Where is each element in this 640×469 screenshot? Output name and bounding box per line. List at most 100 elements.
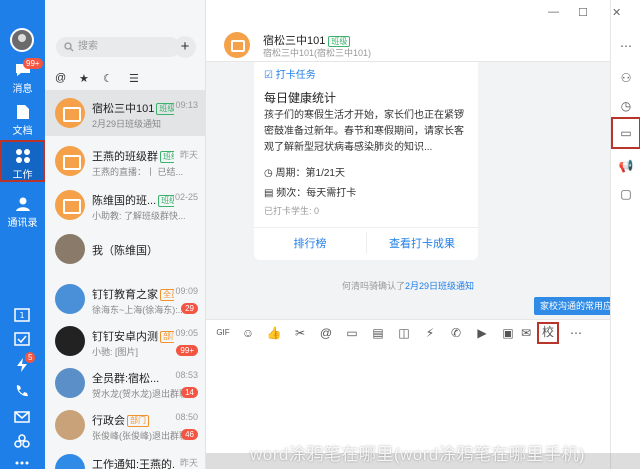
card-body: 孩子们的寒假生活才开始，家长们也正在紧锣密鼓准备过新年。春节和寒假期间，请家长客… bbox=[264, 110, 464, 153]
apps-icon[interactable] bbox=[14, 434, 30, 448]
star-filter-icon[interactable]: ★ bbox=[79, 72, 89, 85]
rail-item-messages[interactable]: 消息 99+ bbox=[0, 58, 45, 95]
chat-item[interactable]: 全员群:宿松... 08:53 贺水龙(贺水龙)退出群聊 14 bbox=[45, 360, 206, 406]
ding-icon[interactable]: 1 bbox=[14, 308, 30, 322]
chat-item[interactable]: 钉钉安卓内测部门 09:05 小驰: [图片] 99+ bbox=[45, 318, 206, 364]
school-icon[interactable]: 校 bbox=[537, 322, 559, 344]
unread-count: 29 bbox=[181, 303, 198, 314]
chat-item[interactable]: 钉钉教育之家全员 09:09 徐海东~上海(徐海东):... 29 bbox=[45, 276, 206, 322]
close-button[interactable]: ✕ bbox=[612, 6, 621, 19]
at-icon[interactable]: @ bbox=[318, 325, 334, 341]
chat-item[interactable]: 陈维国的班... 班级 02-25 小助教: 了解班级群快... bbox=[45, 182, 206, 228]
chat-item[interactable]: 我（陈维国） bbox=[45, 226, 206, 272]
rail-item-docs[interactable]: 文档 bbox=[0, 104, 45, 137]
group-avatar bbox=[55, 284, 85, 314]
rail-item-label: 消息 bbox=[12, 84, 33, 95]
chat-name-text: 钉钉教育之家 bbox=[92, 289, 158, 301]
more-icon[interactable] bbox=[14, 456, 30, 469]
maximize-button[interactable]: ☐ bbox=[578, 6, 588, 19]
chat-name: 王燕的班级群班级 bbox=[92, 148, 174, 164]
flash-icon[interactable]: ⚡ bbox=[422, 325, 438, 341]
search-placeholder: 搜索 bbox=[78, 41, 98, 52]
todo-icon[interactable] bbox=[14, 332, 30, 346]
chat-item[interactable]: 宿松三中101 班级 09:13 2月29日班级通知 bbox=[45, 90, 206, 136]
history-icon[interactable]: ◷ bbox=[618, 98, 634, 114]
rail-item-label: 通讯录 bbox=[7, 218, 38, 229]
checkin-card: ☑ 打卡任务 每日健康统计 孩子们的寒假生活才开始，家长们也正在紧锣密鼓准备过新… bbox=[254, 62, 478, 260]
chat-name: 宿松三中101 班级 bbox=[92, 100, 174, 116]
leaderboard-button[interactable]: 排行榜 bbox=[254, 235, 366, 251]
box-icon[interactable]: ◫ bbox=[396, 325, 412, 341]
scissors-icon[interactable]: ✂ bbox=[292, 325, 308, 341]
add-member-icon[interactable]: ⚇ bbox=[618, 70, 634, 86]
add-button[interactable]: + bbox=[174, 36, 196, 58]
chat-tag: 班级 bbox=[160, 151, 174, 163]
chat-main: 宿松三中101 班级 宿松三中101(宿松三中101) ☑ 打卡任务 每日健康统… bbox=[206, 0, 610, 469]
filter-bar: @ ★ ☾ ☰ bbox=[45, 72, 206, 88]
chat-time: 08:53 bbox=[175, 370, 198, 380]
card-count: 已打卡学生: 0 bbox=[264, 206, 320, 216]
work-notice-avatar bbox=[55, 454, 85, 469]
avatar[interactable] bbox=[10, 28, 34, 52]
folder-icon[interactable]: ▭ bbox=[344, 325, 360, 341]
unread-count: 99+ bbox=[176, 345, 198, 356]
notice-icon[interactable]: 📢 bbox=[618, 158, 634, 174]
group-avatar bbox=[55, 146, 85, 176]
rail-item-work[interactable]: 工作 bbox=[0, 140, 45, 182]
rail-item-contacts[interactable]: 通讯录 bbox=[0, 196, 45, 229]
chat-time: 09:09 bbox=[175, 286, 198, 296]
chat-name-text: 陈维国的班... bbox=[92, 195, 157, 207]
confirm-prefix: 何清吗骑确认了 bbox=[341, 281, 405, 291]
view-results-button[interactable]: 查看打卡成果 bbox=[366, 235, 478, 251]
group-avatar bbox=[224, 32, 250, 58]
chat-time: 昨天 bbox=[179, 150, 198, 160]
chat-name: 工作通知:王燕的... bbox=[92, 459, 174, 469]
chat-item[interactable]: 王燕的班级群班级 昨天 王燕的直播：丨 已结... bbox=[45, 138, 206, 184]
phone-icon[interactable]: ✆ bbox=[448, 325, 464, 341]
gif-icon[interactable]: GIF bbox=[215, 325, 231, 341]
watermark: word涂鸦笔在哪里(word涂鸦笔在哪里手机) bbox=[250, 445, 586, 464]
mail-icon[interactable] bbox=[14, 410, 30, 424]
chat-list-panel: 搜索 + @ ★ ☾ ☰ 宿松三中101 班级 09:13 2月29日班级通知 王… bbox=[45, 0, 250, 469]
mail-icon[interactable]: ✉ bbox=[518, 325, 534, 341]
minimize-button[interactable]: — bbox=[548, 6, 559, 18]
group-avatar bbox=[55, 98, 85, 128]
more-icon[interactable]: ⋯ bbox=[568, 325, 584, 341]
doc-icon bbox=[16, 105, 29, 119]
chat-preview: 小驰: [图片] bbox=[92, 347, 139, 357]
chat-name: 钉钉教育之家全员 bbox=[92, 286, 174, 302]
live-icon[interactable]: ▢ bbox=[618, 186, 634, 202]
chat-name-text: 钉钉安卓内测 bbox=[92, 331, 158, 343]
emoji-icon[interactable]: ☺ bbox=[240, 325, 256, 341]
more-icon[interactable]: ⋯ bbox=[618, 38, 634, 54]
task-label: ☑ 打卡任务 bbox=[264, 70, 316, 81]
chat-time: 09:13 bbox=[175, 100, 198, 110]
system-confirm-message: 何清吗骑确认了2月29日班级通知 bbox=[206, 279, 610, 292]
thumb-icon[interactable]: 👍 bbox=[266, 325, 282, 341]
unread-count: 14 bbox=[181, 387, 198, 398]
confirm-link[interactable]: 2月29日班级通知 bbox=[405, 281, 474, 291]
recent-filter-icon[interactable]: ☾ bbox=[103, 72, 113, 85]
chat-item[interactable]: 工作通知:王燕的... 昨天 bbox=[45, 446, 206, 469]
image-icon[interactable]: ▣ bbox=[500, 325, 516, 341]
docs-icon[interactable]: ▤ bbox=[370, 325, 386, 341]
chat-time: 02-25 bbox=[174, 192, 198, 202]
unread-count: 46 bbox=[181, 429, 198, 440]
folder-icon[interactable]: ▭ bbox=[611, 117, 640, 149]
search-input[interactable]: 搜索 bbox=[56, 37, 180, 57]
chat-preview: 徐海东~上海(徐海东):... bbox=[92, 305, 186, 315]
video-icon[interactable]: ▶ bbox=[474, 325, 490, 341]
chat-tag: 全员 bbox=[160, 289, 174, 301]
chat-name-text: 宿松三中101 bbox=[92, 103, 155, 115]
chat-tag: 部门 bbox=[127, 415, 149, 427]
group-avatar bbox=[55, 326, 85, 356]
phone-icon[interactable] bbox=[14, 384, 30, 398]
chat-item[interactable]: 行政会 部门 08:50 张俊峰(张俊峰)退出群聊 46 bbox=[45, 402, 206, 448]
grid-icon bbox=[15, 149, 30, 163]
chat-time: 09:05 bbox=[175, 328, 198, 338]
card-title: 每日健康统计 bbox=[264, 91, 337, 105]
at-filter-icon[interactable]: @ bbox=[55, 72, 66, 84]
menu-filter-icon[interactable]: ☰ bbox=[129, 72, 139, 85]
task-label-text: 打卡任务 bbox=[275, 70, 316, 81]
chat-name: 陈维国的班... 班级 bbox=[92, 192, 174, 208]
